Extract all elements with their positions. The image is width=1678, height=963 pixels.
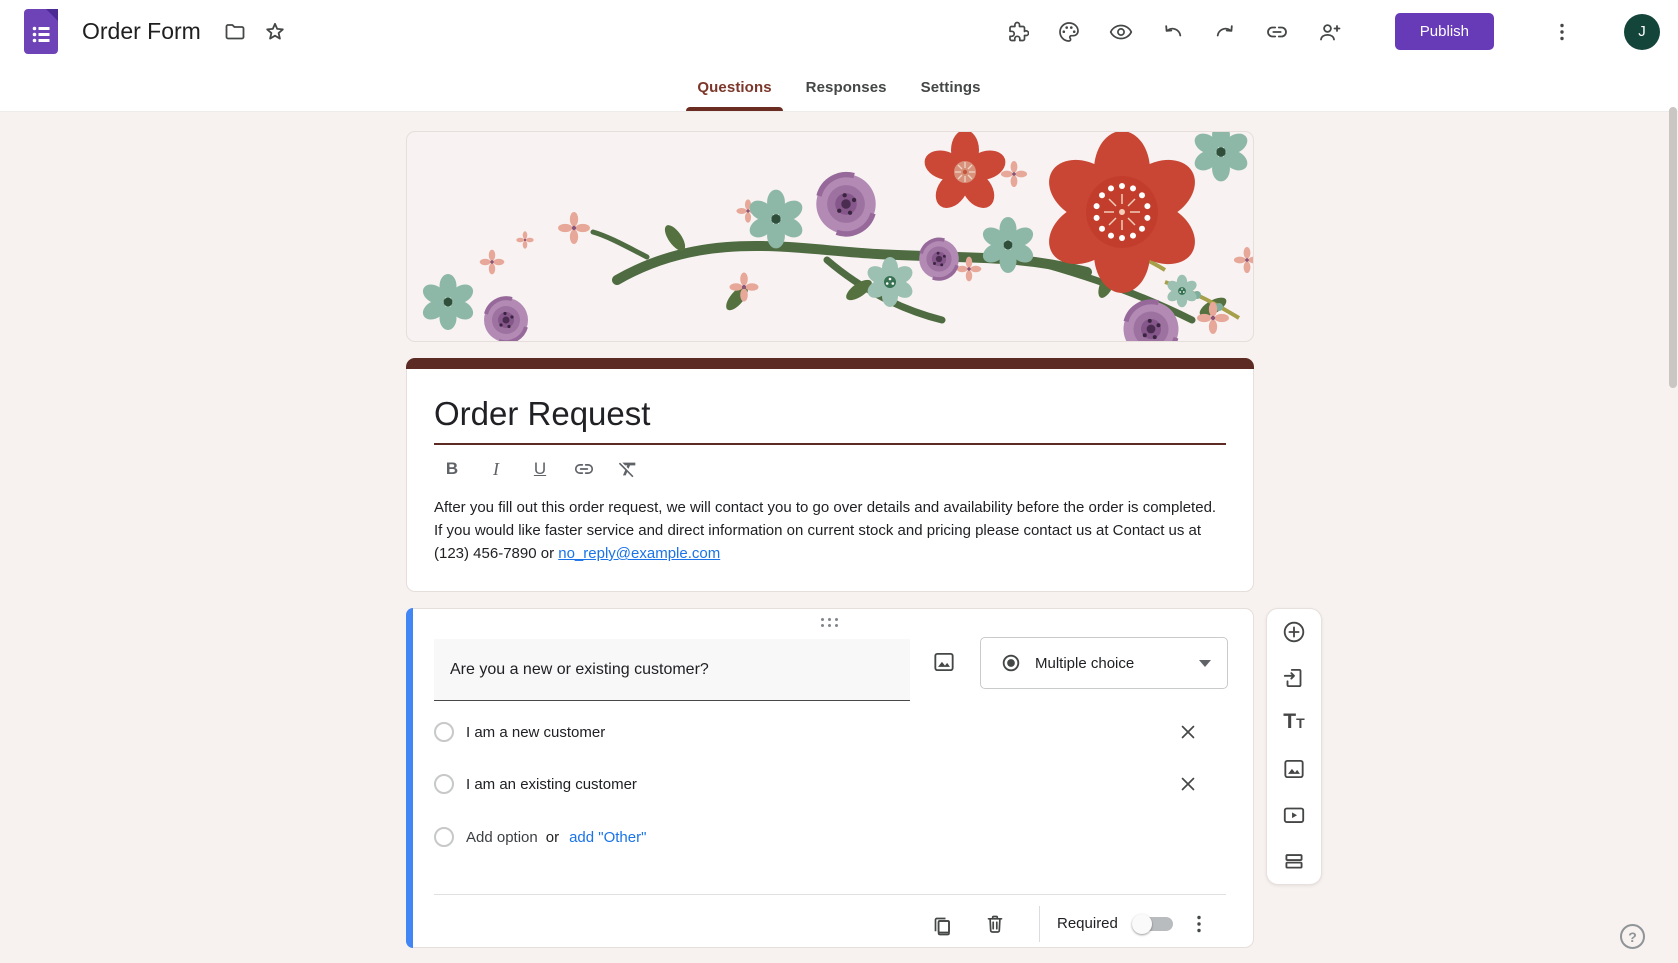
remove-option-icon[interactable]: [1176, 720, 1200, 744]
scrollbar[interactable]: [1669, 107, 1677, 388]
toggle-thumb: [1132, 914, 1152, 934]
question-card: Are you a new or existing customer? Mult…: [406, 608, 1254, 948]
form-title[interactable]: Order Request: [434, 395, 650, 433]
format-toolbar: B I U: [440, 457, 640, 481]
bold-button[interactable]: B: [440, 457, 464, 481]
tab-settings[interactable]: Settings: [904, 63, 998, 111]
tab-responses[interactable]: Responses: [789, 63, 904, 111]
add-option-row: Add option or add "Other": [434, 825, 1226, 849]
publish-button[interactable]: Publish: [1394, 13, 1494, 50]
add-title-and-description-icon[interactable]: TT: [1281, 711, 1307, 737]
more-options-icon[interactable]: [1550, 20, 1574, 44]
copy-link-icon[interactable]: [1265, 20, 1289, 44]
preview-icon[interactable]: [1109, 20, 1133, 44]
option-label[interactable]: I am an existing customer: [466, 776, 637, 793]
editor-tabs: Questions Responses Settings: [0, 63, 1678, 112]
form-description[interactable]: After you fill out this order request, w…: [434, 496, 1224, 565]
question-type-label: Multiple choice: [1035, 654, 1135, 672]
forms-logo-icon[interactable]: [24, 9, 58, 54]
import-questions-icon[interactable]: [1281, 665, 1307, 691]
drag-handle[interactable]: [821, 618, 839, 628]
add-option-button[interactable]: Add option: [466, 829, 538, 846]
add-image-to-question-icon[interactable]: [931, 649, 957, 675]
footer-divider: [1039, 906, 1040, 942]
form-header-image[interactable]: [406, 131, 1254, 342]
document-title[interactable]: Order Form: [82, 18, 201, 45]
required-toggle[interactable]: [1132, 914, 1173, 934]
top-bar-actions: Publish J: [1005, 13, 1660, 50]
duplicate-question-icon[interactable]: [930, 912, 954, 936]
add-video-icon[interactable]: [1281, 802, 1307, 828]
or-text: or: [545, 828, 560, 846]
selected-question-indicator: [406, 608, 413, 948]
tab-questions[interactable]: Questions: [680, 63, 788, 111]
add-section-icon[interactable]: [1281, 848, 1307, 874]
form-editor-content: Order Request B I U After you fill out t…: [0, 112, 1678, 963]
multiple-choice-icon: [1000, 652, 1022, 674]
add-ons-icon[interactable]: [1005, 20, 1029, 44]
add-question-icon[interactable]: [1281, 619, 1307, 645]
redo-icon[interactable]: [1213, 20, 1237, 44]
radio-circle: [434, 722, 454, 742]
add-image-icon[interactable]: [1281, 756, 1307, 782]
add-other-button[interactable]: add "Other": [569, 829, 646, 846]
chevron-down-icon: [1199, 659, 1211, 667]
option-row: I am a new customer: [434, 720, 1226, 744]
question-title-input[interactable]: Are you a new or existing customer?: [434, 639, 910, 701]
insert-link-button[interactable]: [572, 457, 596, 481]
radio-circle: [434, 774, 454, 794]
insert-toolbar: TT: [1266, 608, 1322, 885]
delete-question-icon[interactable]: [983, 912, 1007, 936]
radio-circle: [434, 827, 454, 847]
underline-button[interactable]: U: [528, 457, 552, 481]
form-description-text: After you fill out this order request, w…: [434, 499, 1217, 562]
form-description-email-link[interactable]: no_reply@example.com: [558, 545, 720, 562]
theme-color-bar: [406, 358, 1254, 369]
italic-button[interactable]: I: [484, 457, 508, 481]
option-row: I am an existing customer: [434, 772, 1226, 796]
remove-option-icon[interactable]: [1176, 772, 1200, 796]
clear-formatting-button[interactable]: [616, 457, 640, 481]
customize-theme-icon[interactable]: [1057, 20, 1081, 44]
top-bar: Order Form Publish J: [0, 0, 1678, 63]
star-icon[interactable]: [263, 20, 287, 44]
google-forms-editor: Order Form Publish J Questions Responses…: [0, 0, 1678, 963]
account-avatar[interactable]: J: [1624, 13, 1660, 50]
move-to-folder-icon[interactable]: [223, 20, 247, 44]
question-more-options-icon[interactable]: [1187, 912, 1211, 936]
form-title-card: Order Request B I U After you fill out t…: [406, 358, 1254, 592]
question-footer-divider: [434, 894, 1226, 895]
help-icon[interactable]: ?: [1620, 924, 1645, 949]
undo-icon[interactable]: [1161, 20, 1185, 44]
add-collaborators-icon[interactable]: [1317, 20, 1341, 44]
question-type-dropdown[interactable]: Multiple choice: [980, 637, 1228, 689]
title-underline: [434, 443, 1226, 445]
option-label[interactable]: I am a new customer: [466, 724, 605, 741]
required-label: Required: [1057, 915, 1118, 932]
